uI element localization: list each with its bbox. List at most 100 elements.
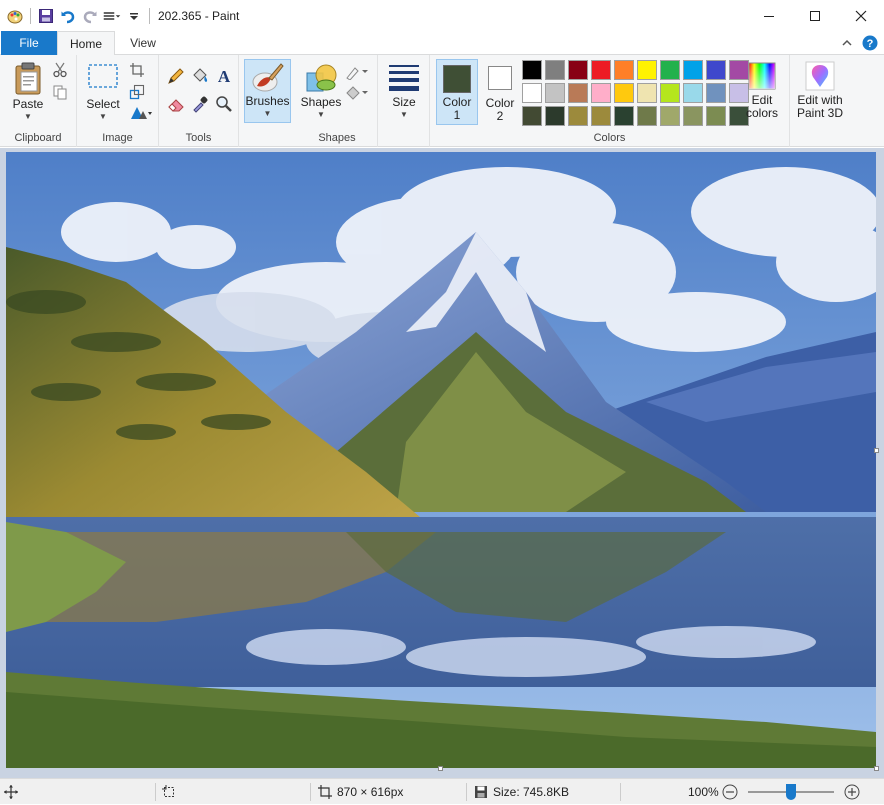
canvas-resize-handle-bottom[interactable]: [438, 766, 443, 771]
brushes-button[interactable]: Brushes ▼: [244, 59, 291, 123]
magnifier-icon[interactable]: [215, 95, 233, 113]
palette-swatch[interactable]: [637, 83, 657, 103]
palette-swatch[interactable]: [568, 60, 588, 80]
palette-swatch[interactable]: [683, 106, 703, 126]
zoom-slider-thumb[interactable]: [786, 784, 796, 800]
image-group-label: Image: [102, 132, 133, 144]
palette-swatch[interactable]: [522, 106, 542, 126]
palette-swatch[interactable]: [522, 83, 542, 103]
brushes-label: Brushes: [245, 94, 290, 108]
tab-file[interactable]: File: [1, 31, 57, 55]
customize-qat-icon[interactable]: [103, 7, 121, 25]
palette-swatch[interactable]: [683, 60, 703, 80]
eraser-icon[interactable]: [167, 95, 185, 113]
edit-colors-button[interactable]: Edit colors: [742, 61, 782, 120]
palette-swatch[interactable]: [591, 106, 611, 126]
file-size: Size: 745.8KB: [474, 779, 569, 805]
outline-icon[interactable]: [344, 63, 370, 81]
image-dimensions: 870 × 616px: [318, 779, 403, 805]
brushes-dropdown-icon[interactable]: ▼: [264, 109, 272, 118]
zoom-in-button[interactable]: [844, 779, 860, 805]
palette-swatch[interactable]: [545, 60, 565, 80]
palette-swatch[interactable]: [591, 83, 611, 103]
edit-with-paint3d-button[interactable]: Edit with Paint 3D: [794, 61, 846, 120]
move-cursor-icon: [4, 785, 18, 799]
color-palette: [521, 59, 750, 127]
size-button[interactable]: Size ▼: [384, 61, 424, 119]
color-picker-icon[interactable]: [191, 95, 209, 113]
clipboard-group-label: Clipboard: [14, 132, 62, 144]
palette-swatch[interactable]: [614, 106, 634, 126]
qat-dropdown-icon[interactable]: [125, 7, 143, 25]
palette-swatch[interactable]: [706, 106, 726, 126]
palette-swatch[interactable]: [591, 60, 611, 80]
redo-icon[interactable]: [81, 7, 99, 25]
shapes-dropdown-icon[interactable]: ▼: [317, 110, 325, 119]
resize-icon[interactable]: [128, 83, 146, 101]
window-controls: [746, 0, 884, 31]
close-button[interactable]: [838, 0, 884, 31]
text-tool-icon[interactable]: A: [215, 67, 233, 85]
select-dropdown-icon[interactable]: ▼: [99, 112, 107, 121]
paste-dropdown-icon[interactable]: ▼: [24, 112, 32, 121]
paste-icon: [15, 62, 41, 95]
tab-home[interactable]: Home: [57, 31, 115, 56]
minimize-button[interactable]: [746, 0, 792, 31]
size-group: Size ▼: [378, 55, 430, 147]
color2-button[interactable]: Color 2: [480, 59, 520, 125]
paste-button[interactable]: Paste ▼: [8, 61, 48, 121]
size-dropdown-icon[interactable]: ▼: [400, 110, 408, 119]
rotate-icon[interactable]: [128, 104, 154, 122]
palette-swatch[interactable]: [545, 83, 565, 103]
canvas-resize-handle-right[interactable]: [874, 448, 879, 453]
file-size-text: Size: 745.8KB: [493, 785, 570, 799]
select-button[interactable]: Select ▼: [83, 63, 123, 121]
edit-colors-label: Edit colors: [745, 93, 778, 120]
shapes-label: Shapes: [300, 95, 342, 109]
palette-swatch[interactable]: [706, 60, 726, 80]
shapes-button[interactable]: Shapes ▼: [300, 61, 342, 119]
shapes-group: Shapes ▼ Shapes: [297, 55, 378, 147]
maximize-button[interactable]: [792, 0, 838, 31]
dimensions-text: 870 × 616px: [337, 785, 404, 799]
landscape-painting: [6, 152, 876, 768]
fill-bucket-icon[interactable]: [191, 67, 209, 85]
canvas-resize-handle-corner[interactable]: [874, 766, 879, 771]
pencil-icon[interactable]: [167, 67, 185, 85]
palette-swatch[interactable]: [660, 83, 680, 103]
zoom-in-icon: [844, 784, 860, 800]
palette-swatch[interactable]: [545, 106, 565, 126]
palette-swatch[interactable]: [522, 60, 542, 80]
crop-icon[interactable]: [128, 61, 146, 79]
dimensions-icon: [318, 785, 332, 799]
fill-icon[interactable]: [344, 84, 370, 102]
palette-swatch[interactable]: [683, 83, 703, 103]
collapse-ribbon-icon[interactable]: [840, 36, 854, 50]
palette-swatch[interactable]: [568, 83, 588, 103]
palette-swatch[interactable]: [568, 106, 588, 126]
palette-swatch[interactable]: [660, 60, 680, 80]
shapes-group-label: Shapes: [318, 132, 356, 144]
palette-swatch[interactable]: [637, 60, 657, 80]
palette-swatch[interactable]: [614, 83, 634, 103]
cursor-position: [4, 779, 18, 805]
palette-swatch[interactable]: [637, 106, 657, 126]
palette-swatch[interactable]: [660, 106, 680, 126]
copy-icon[interactable]: [51, 83, 69, 101]
palette-swatch[interactable]: [706, 83, 726, 103]
window-title: 202.365 - Paint: [158, 8, 240, 23]
tab-view[interactable]: View: [115, 31, 171, 55]
tools-group-label: Tools: [185, 132, 212, 144]
help-icon[interactable]: ?: [862, 35, 878, 51]
undo-icon[interactable]: [59, 7, 77, 25]
zoom-out-button[interactable]: [722, 779, 738, 805]
cut-icon[interactable]: [51, 61, 69, 79]
paint3d-label: Edit with Paint 3D: [796, 93, 844, 120]
color2-label: Color 2: [485, 96, 515, 123]
palette-swatch[interactable]: [614, 60, 634, 80]
paint-app-icon[interactable]: [6, 7, 24, 25]
drawing-canvas[interactable]: [6, 152, 876, 768]
color1-button[interactable]: Color 1: [436, 59, 478, 125]
save-icon[interactable]: [37, 7, 55, 25]
ribbon-tab-bar: File Home View ?: [0, 31, 884, 56]
